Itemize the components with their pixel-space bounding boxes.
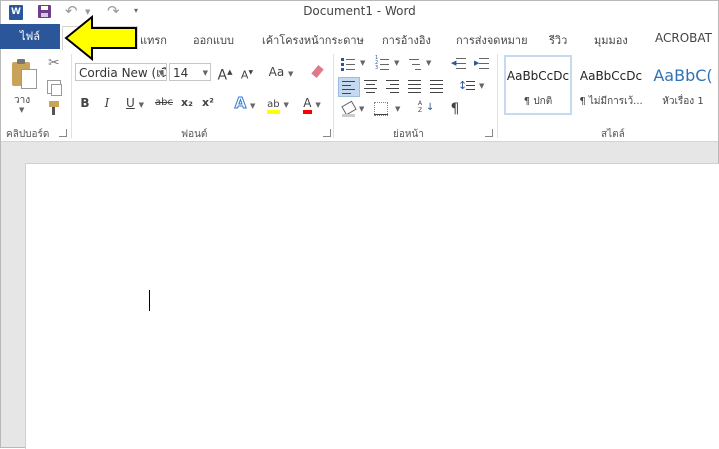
increase-indent-icon[interactable]: ▶ [474, 56, 490, 70]
grow-font-label: A [217, 67, 228, 84]
separator [497, 54, 498, 138]
text-effects-button[interactable]: A ▼ [231, 94, 259, 113]
tab-references[interactable]: การอ้างอิง [382, 31, 431, 49]
tab-acrobat[interactable]: ACROBAT [655, 31, 712, 45]
subscript-button[interactable]: x₂ [180, 94, 194, 112]
text-effects-label: A [234, 94, 247, 113]
grow-font-button[interactable]: A▲ [217, 63, 233, 84]
bold-button[interactable]: B [79, 94, 91, 112]
font-color-button[interactable]: A ▼ [297, 94, 327, 114]
styles-group-label: สไตล์ [601, 129, 625, 140]
tab-mailings[interactable]: การส่งจดหมาย [456, 31, 528, 49]
style-normal-name: ¶ ปกติ [523, 96, 553, 107]
tab-design[interactable]: ออกแบบ [193, 31, 234, 49]
font-color-label: A [303, 96, 312, 114]
style-no-spacing[interactable]: AaBbCcDc ¶ ไม่มีการเว้... [577, 55, 645, 115]
strikethrough-button[interactable]: abc [154, 94, 174, 112]
separator [333, 54, 334, 138]
tab-insert[interactable]: แทรก [140, 31, 167, 49]
clipboard-group-label: คลิปบอร์ด [6, 129, 50, 140]
bullets-icon[interactable]: ▼ [341, 56, 367, 72]
shrink-font-button[interactable]: A▼ [239, 64, 255, 82]
show-formatting-button[interactable]: ¶ [448, 100, 462, 118]
paragraph-group-label: ย่อหน้า [393, 129, 424, 140]
separator [71, 54, 72, 138]
align-center-button[interactable] [364, 80, 378, 94]
superscript-button[interactable]: x² [201, 94, 215, 112]
tab-review[interactable]: รีวิว [549, 31, 567, 49]
align-left-button[interactable] [338, 77, 360, 97]
clipboard-launcher-icon[interactable] [59, 129, 67, 137]
tab-file[interactable]: ไฟล์ [0, 24, 60, 49]
style-heading-1-sample: AaBbC( [653, 66, 713, 85]
tab-page-layout[interactable]: เค้าโครงหน้ากระดาษ [262, 31, 364, 49]
chevron-down-icon: ▼ [158, 69, 164, 77]
change-case-label: Aa [268, 65, 285, 79]
paste-icon[interactable] [10, 58, 37, 89]
font-size-combo[interactable]: 14 ▼ [169, 63, 211, 81]
multilevel-list-icon[interactable]: ▼ [407, 56, 433, 72]
decrease-indent-icon[interactable]: ◀ [451, 56, 467, 70]
format-painter-icon[interactable] [47, 101, 61, 115]
copy-icon[interactable] [47, 80, 62, 96]
arrow-annotation-icon [64, 15, 137, 61]
font-name-combo[interactable]: Cordia New (เนื ▼ [75, 63, 167, 81]
font-group-label: ฟอนต์ [181, 129, 208, 140]
highlight-button[interactable]: ab ▼ [263, 94, 293, 114]
paragraph-launcher-icon[interactable] [485, 129, 493, 137]
style-heading-1-name: หัวเรื่อง 1 [662, 96, 704, 107]
italic-button[interactable]: I [101, 94, 113, 112]
shading-icon[interactable]: ▼ [341, 100, 366, 117]
font-size-value: 14 [173, 66, 189, 80]
align-right-button[interactable] [386, 80, 400, 94]
style-no-spacing-name: ¶ ไม่มีการเว้... [579, 96, 643, 107]
sort-icon[interactable]: AZ ↓ [418, 100, 434, 118]
clear-formatting-icon[interactable] [311, 64, 325, 78]
underline-button[interactable]: U ▼ [123, 94, 147, 112]
distributed-button[interactable] [430, 80, 444, 94]
font-launcher-icon[interactable] [323, 129, 331, 137]
numbering-icon[interactable]: 123 ▼ [375, 56, 401, 72]
chevron-down-icon: ▼ [202, 69, 208, 77]
change-case-button[interactable]: Aa ▼ [266, 63, 296, 81]
document-page[interactable] [25, 163, 719, 449]
borders-icon[interactable]: ▼ [374, 101, 402, 117]
font-name-value: Cordia New (เนื [79, 66, 167, 80]
style-heading-1[interactable]: AaBbC( หัวเรื่อง 1 [651, 55, 715, 115]
tab-view[interactable]: มุมมอง [594, 31, 628, 49]
highlight-label: ab [267, 99, 280, 114]
style-normal-sample: AaBbCcDc [506, 69, 570, 83]
cut-icon[interactable]: ✂ [48, 55, 60, 71]
underline-label: U [125, 96, 135, 110]
paste-dropdown-icon[interactable]: ▼ [19, 106, 24, 114]
justify-button[interactable] [408, 80, 422, 94]
style-normal[interactable]: AaBbCcDc ¶ ปกติ [504, 55, 572, 115]
text-cursor [149, 290, 150, 311]
style-no-spacing-sample: AaBbCcDc [579, 69, 643, 83]
line-spacing-icon[interactable]: ↕ ▼ [458, 78, 486, 94]
